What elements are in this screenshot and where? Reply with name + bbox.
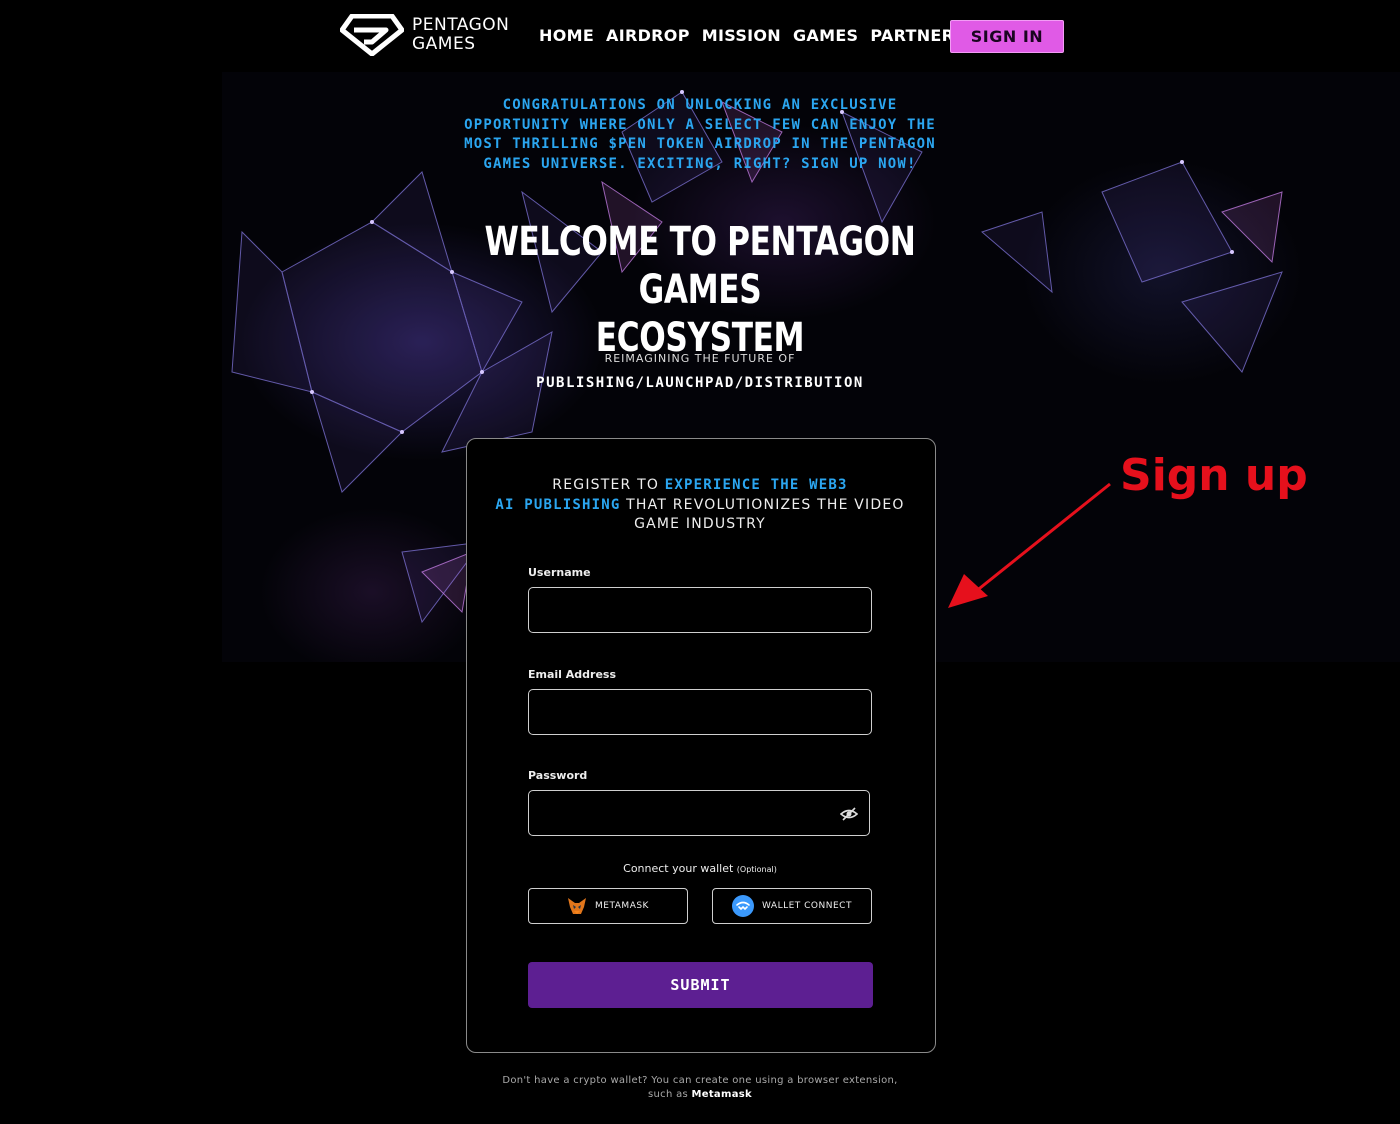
wallet-connect-button[interactable]: WALLET CONNECT (712, 888, 872, 924)
intro-highlight-2: AI PUBLISHING (495, 496, 621, 513)
intro-highlight-1: EXPERIENCE THE WEB3 (664, 477, 848, 493)
wallet-connect-label: WALLET CONNECT (762, 901, 852, 911)
wallet-optional-text: (Optional) (736, 865, 777, 874)
submit-button[interactable]: SUBMIT (528, 962, 873, 1008)
top-navbar: PENTAGON GAMES HOME AIRDROP MISSION GAME… (0, 0, 1400, 72)
page-title-line-1: WELCOME TO PENTAGON GAMES (484, 219, 916, 313)
form-intro-text: REGISTER TO EXPERIENCE THE WEB3 AI PUBLI… (490, 476, 910, 535)
airdrop-congrats-text: CONGRATULATIONS ON UNLOCKING AN EXCLUSIV… (464, 97, 936, 172)
red-arrow-annotation (948, 482, 1111, 608)
nav-home[interactable]: HOME (539, 26, 594, 45)
metamask-link[interactable]: Metamask (692, 1089, 752, 1100)
annotation-sign-up-label: Sign up (1120, 450, 1308, 501)
nav-airdrop[interactable]: AIRDROP (606, 26, 690, 45)
logo-wordmark: PENTAGON GAMES (412, 15, 510, 54)
email-input[interactable] (528, 689, 872, 735)
metamask-button[interactable]: METAMASK (528, 888, 688, 924)
hero-tagline: PUBLISHING/LAUNCHPAD/DISTRIBUTION (536, 375, 864, 391)
page-title: WELCOME TO PENTAGON GAMES ECOSYSTEM (482, 218, 919, 362)
metamask-fox-icon (568, 898, 587, 914)
wallet-help-note: Don't have a crypto wallet? You can crea… (500, 1074, 900, 1102)
pentagon-logo-icon (340, 14, 404, 56)
hero-subtitle: REIMAGINING THE FUTURE OF (604, 352, 796, 365)
password-input[interactable] (528, 790, 870, 836)
wallet-section-title: Connect your wallet (Optional) (528, 862, 872, 875)
nav-mission[interactable]: MISSION (702, 26, 781, 45)
eye-off-icon[interactable] (840, 806, 858, 822)
intro-post: THAT REVOLUTIONIZES THE VIDEO GAME INDUS… (620, 496, 905, 533)
username-label: Username (528, 566, 591, 579)
metamask-label: METAMASK (595, 901, 649, 911)
wallet-title-text: Connect your wallet (623, 862, 734, 875)
password-label: Password (528, 769, 588, 782)
walletconnect-icon (732, 895, 755, 917)
nav-games[interactable]: GAMES (793, 26, 858, 45)
email-label: Email Address (528, 668, 617, 681)
pentagon-games-logo[interactable]: PENTAGON GAMES (340, 12, 520, 58)
username-input[interactable] (528, 587, 872, 633)
sign-in-button[interactable]: SIGN IN (950, 20, 1064, 53)
intro-pre: REGISTER TO (552, 477, 665, 493)
main-menu: HOME AIRDROP MISSION GAMES PARTNERS (539, 26, 966, 45)
